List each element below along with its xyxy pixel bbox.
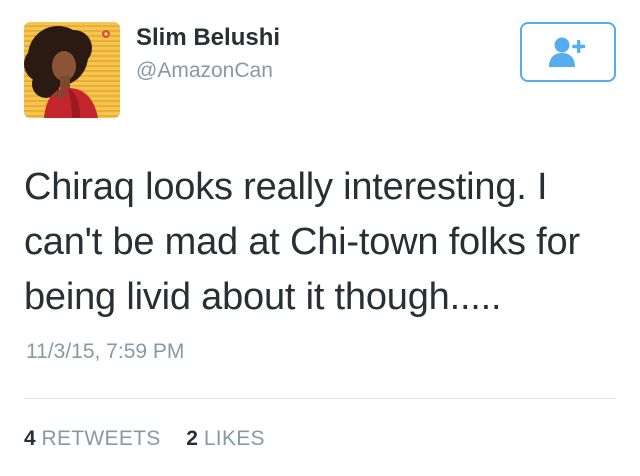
avatar-illustration-icon [24, 26, 110, 118]
follow-user-plus-icon [549, 37, 586, 67]
tweet-timestamp[interactable]: 11/3/15, 7:59 PM [26, 340, 184, 364]
likes-label[interactable]: LIKES [204, 427, 265, 450]
likes-count[interactable]: 2 [186, 427, 198, 450]
retweets-label[interactable]: RETWEETS [42, 427, 161, 450]
tweet-text: Chiraq looks really interesting. I can't… [24, 166, 580, 318]
retweets-count[interactable]: 4 [24, 427, 36, 450]
avatar[interactable] [24, 22, 120, 118]
tweet-card: Slim Belushi @AmazonCan Chiraq looks rea… [0, 0, 640, 476]
divider [24, 398, 616, 399]
tweet-stats: 4 RETWEETS 2 LIKES [24, 427, 265, 451]
user-handle[interactable]: @AmazonCan [136, 59, 273, 83]
display-name[interactable]: Slim Belushi [136, 24, 280, 52]
follow-button[interactable] [520, 22, 616, 82]
